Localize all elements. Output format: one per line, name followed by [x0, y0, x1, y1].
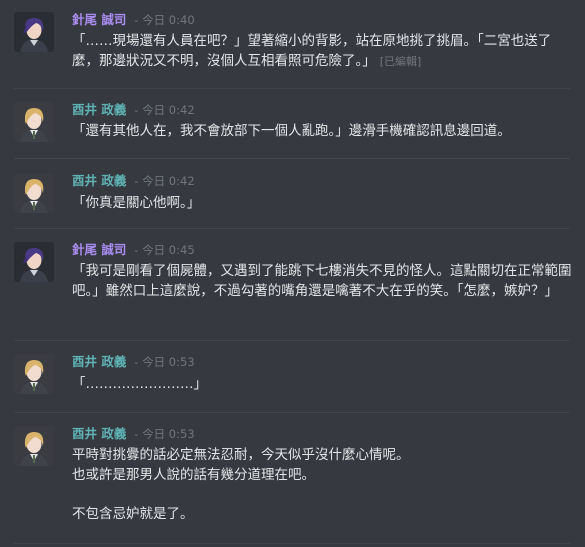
author-name[interactable]: 針尾 誠司: [72, 12, 126, 27]
avatar[interactable]: [14, 12, 54, 52]
chat-message: 酉井 政義 - 今日 0:42 「還有其他人在，我不會放部下一個人亂跑。」邊滑手…: [0, 89, 585, 156]
message-line: 也或許是那男人說的話有幾分道理在吧。: [72, 466, 315, 483]
avatar[interactable]: [14, 426, 54, 466]
timestamp: 今日 0:42: [142, 103, 195, 117]
author-name[interactable]: 酉井 政義: [72, 102, 126, 117]
message-body: 「……現場還有人員在吧？」望著縮小的背影，站在原地挑了挑眉。「二宮也送了麼，那邊…: [72, 32, 572, 71]
message-text: 「……現場還有人員在吧？」望著縮小的背影，站在原地挑了挑眉。「二宮也送了麼，那邊…: [72, 33, 552, 69]
chat-message: 酉井 政義 - 今日 0:42 「你真是關心他啊。」: [0, 159, 585, 227]
message-header: 酉井 政義 - 今日 0:42: [72, 173, 195, 188]
message-text: 「我可是剛看了個屍體，又遇到了能跳下七樓消失不見的怪人。這點關切在正常範圍吧。」…: [72, 263, 572, 299]
timestamp: 今日 0:53: [142, 355, 195, 369]
avatar[interactable]: [14, 242, 54, 282]
message-text: 「你真是關心他啊。」: [72, 195, 201, 211]
author-name[interactable]: 酉井 政義: [72, 173, 126, 188]
author-name[interactable]: 酉井 政義: [72, 426, 126, 441]
chat-message: 針尾 誠司 - 今日 0:40 「……現場還有人員在吧？」望著縮小的背影，站在原…: [0, 0, 585, 88]
chat-log: 針尾 誠司 - 今日 0:40 「……現場還有人員在吧？」望著縮小的背影，站在原…: [0, 0, 585, 547]
blonde-officer-avatar-icon: [14, 173, 54, 213]
chat-message: 針尾 誠司 - 今日 0:45 「我可是剛看了個屍體，又遇到了能跳下七樓消失不見…: [0, 229, 585, 339]
timestamp: 今日 0:53: [142, 427, 195, 441]
purple-haired-officer-avatar-icon: [14, 12, 54, 52]
message-header: 酉井 政義 - 今日 0:53: [72, 426, 195, 441]
message-line: 平時對挑釁的話必定無法忍耐，今天似乎沒什麼心情呢。: [72, 447, 410, 463]
author-name[interactable]: 酉井 政義: [72, 354, 126, 369]
chat-message: 酉井 政義 - 今日 0:53 「……………………」: [0, 341, 585, 411]
message-body: 平時對挑釁的話必定無法忍耐，今天似乎沒什麼心情呢。 也或許是那男人說的話有幾分道…: [72, 446, 572, 524]
message-line: 不包含忌妒就是了。: [72, 505, 194, 522]
message-header: 酉井 政義 - 今日 0:53: [72, 354, 195, 369]
edited-tag: [已編輯]: [379, 54, 422, 68]
message-header: 針尾 誠司 - 今日 0:45: [72, 242, 195, 257]
avatar[interactable]: [14, 173, 54, 213]
chat-message: 酉井 政義 - 今日 0:53 平時對挑釁的話必定無法忍耐，今天似乎沒什麼心情呢…: [0, 413, 585, 547]
blonde-officer-avatar-icon: [14, 354, 54, 394]
message-body: 「還有其他人在，我不會放部下一個人亂跑。」邊滑手機確認訊息邊回道。: [72, 122, 572, 142]
message-body: 「你真是關心他啊。」: [72, 194, 572, 214]
message-body: 「我可是剛看了個屍體，又遇到了能跳下七樓消失不見的怪人。這點關切在正常範圍吧。」…: [72, 262, 572, 301]
timestamp: 今日 0:45: [142, 243, 195, 257]
timestamp: 今日 0:40: [142, 13, 195, 27]
purple-haired-officer-avatar-icon: [14, 242, 54, 282]
divider: [14, 543, 570, 544]
avatar[interactable]: [14, 102, 54, 142]
message-text: 「還有其他人在，我不會放部下一個人亂跑。」邊滑手機確認訊息邊回道。: [72, 123, 511, 139]
timestamp: 今日 0:42: [142, 174, 195, 188]
message-text: 「……………………」: [72, 376, 207, 392]
message-header: 酉井 政義 - 今日 0:42: [72, 102, 195, 117]
blonde-officer-avatar-icon: [14, 426, 54, 466]
avatar[interactable]: [14, 354, 54, 394]
message-body: 「……………………」: [72, 375, 572, 395]
author-name[interactable]: 針尾 誠司: [72, 242, 126, 257]
blonde-officer-avatar-icon: [14, 102, 54, 142]
message-header: 針尾 誠司 - 今日 0:40: [72, 12, 195, 27]
